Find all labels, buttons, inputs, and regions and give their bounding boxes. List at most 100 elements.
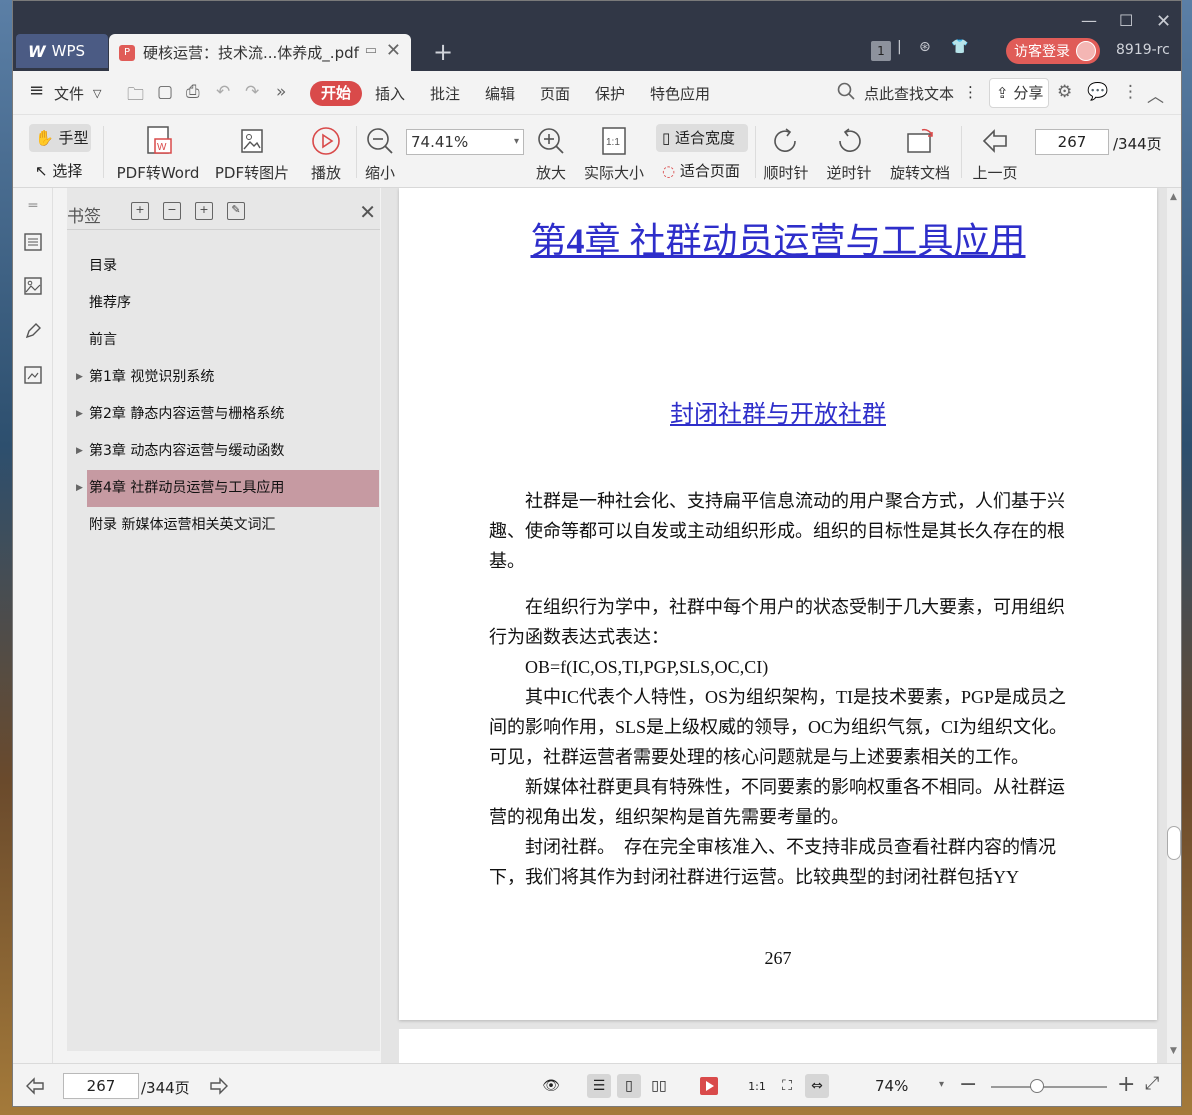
document-tab[interactable]: P 硬核运营：技术流...体养成_.pdf ▭ ✕ — [109, 34, 411, 71]
bookmark-item[interactable]: ▶ 第1章 视觉识别系统 — [67, 359, 380, 396]
file-menu[interactable]: 文件 — [54, 83, 84, 104]
new-tab-icon[interactable]: + — [433, 38, 453, 66]
pdf-image-icon[interactable] — [23, 365, 43, 385]
tab-annotate[interactable]: 批注 — [430, 83, 460, 104]
scroll-up-icon[interactable]: ▲ — [1170, 192, 1177, 202]
continuous-view-icon[interactable]: ☰ — [587, 1074, 611, 1098]
edit-bookmark-icon[interactable]: ✎ — [227, 202, 245, 220]
add-bookmark-icon[interactable]: + — [195, 202, 213, 220]
close-panel-icon[interactable]: ✕ — [359, 200, 376, 224]
pdf-to-word-button[interactable]: W PDF转Word — [113, 124, 203, 183]
wps-home-tab[interactable]: W WPS — [16, 34, 108, 68]
tab-special[interactable]: 特色应用 — [650, 83, 710, 104]
more-vertical-icon[interactable]: ⋮ — [1122, 82, 1139, 102]
tab-start[interactable]: 开始 — [310, 81, 362, 106]
zoom-minus-icon[interactable]: − — [959, 1072, 977, 1097]
bookmark-item[interactable]: 目录 — [67, 248, 380, 285]
play-button[interactable]: 播放 — [306, 124, 346, 183]
rotate-clockwise-button[interactable]: 顺时针 — [761, 124, 811, 183]
actual-size-small-icon[interactable]: 1:1 — [745, 1074, 769, 1098]
zoom-dropdown-icon[interactable]: ▾ — [939, 1079, 944, 1090]
search-icon[interactable] — [837, 82, 855, 105]
rotate-counterclockwise-button[interactable]: 逆时针 — [824, 124, 874, 183]
select-tool-button[interactable]: ↖ 选择 — [35, 160, 82, 181]
hand-tool-button[interactable]: ✋ 手型 — [29, 124, 91, 152]
tab-edit[interactable]: 编辑 — [485, 83, 515, 104]
zoom-select[interactable]: 74.41% ▾ — [406, 129, 524, 155]
more-chevron-icon[interactable]: » — [276, 82, 286, 102]
document-view[interactable]: 第4章 社群动员运营与工具应用 封闭社群与开放社群 社群是一种社会化、支持扁平信… — [381, 188, 1167, 1063]
collapse-ribbon-icon[interactable]: ︿ — [1147, 82, 1164, 107]
tab-protect[interactable]: 保护 — [595, 83, 625, 104]
save-icon[interactable]: ▢ — [157, 82, 173, 102]
zoom-slider-track[interactable] — [991, 1086, 1107, 1088]
page-number-input[interactable]: 267 — [1035, 129, 1109, 155]
message-icon[interactable]: 💬 — [1087, 82, 1108, 102]
kebab-icon[interactable]: ⋮ — [963, 83, 978, 101]
bookmark-item[interactable]: ▶ 第2章 静态内容运营与栅格系统 — [67, 396, 380, 433]
skin-icon[interactable]: ⊛ — [919, 39, 931, 55]
status-zoom-value[interactable]: 74% — [875, 1077, 908, 1095]
close-window-icon[interactable]: ✕ — [1156, 11, 1171, 32]
play-red-icon[interactable] — [697, 1074, 721, 1098]
bookmark-item[interactable]: 附录 新媒体运营相关英文词汇 — [67, 507, 380, 544]
fit-width-small-icon[interactable]: ⇔ — [805, 1074, 829, 1098]
actual-size-button[interactable]: 1:1 实际大小 — [581, 124, 647, 183]
hamburger-icon[interactable]: ≡ — [29, 80, 44, 101]
fullscreen-icon[interactable]: ⤢ — [1145, 1073, 1159, 1094]
zoom-slider-knob[interactable] — [1030, 1079, 1045, 1093]
scrollbar-thumb[interactable] — [1167, 826, 1181, 860]
search-text[interactable]: 点此查找文本 — [864, 83, 954, 104]
bookmark-item-label: 第2章 静态内容运营与栅格系统 — [89, 406, 285, 422]
annotation-pen-icon[interactable] — [23, 321, 43, 341]
fit-page-small-icon[interactable]: ⛶ — [775, 1074, 799, 1098]
pdf-to-image-button[interactable]: PDF转图片 — [213, 124, 291, 183]
monitor-icon[interactable]: ▭ — [365, 43, 377, 58]
status-page-input[interactable]: 267 — [63, 1073, 139, 1099]
scroll-down-icon[interactable]: ▼ — [1170, 1046, 1177, 1056]
next-page-arrow-icon[interactable] — [207, 1074, 231, 1098]
drag-handle-icon[interactable]: ═ — [23, 196, 43, 216]
zoom-out-button[interactable]: 缩小 — [360, 124, 400, 183]
redo-icon[interactable]: ↷ — [245, 82, 259, 102]
minimize-icon[interactable]: — — [1081, 11, 1097, 30]
chevron-down-icon[interactable]: ▽ — [93, 87, 101, 100]
vertical-scrollbar[interactable]: ▲ ▼ — [1167, 188, 1181, 1063]
single-page-view-icon[interactable]: ▯ — [617, 1074, 641, 1098]
expand-arrow-icon[interactable]: ▶ — [76, 433, 83, 470]
expand-all-icon[interactable]: + — [131, 202, 149, 220]
bookmark-item[interactable]: 推荐序 — [67, 285, 380, 322]
open-folder-icon[interactable]: 🗀 — [127, 82, 144, 111]
fit-page-button[interactable]: ◌ 适合页面 — [662, 160, 740, 181]
bookmark-list-icon[interactable] — [23, 232, 43, 252]
rotate-document-button[interactable]: 旋转文档 — [887, 124, 953, 183]
eye-protection-icon[interactable]: 👁 — [539, 1074, 563, 1098]
double-page-view-icon[interactable]: ▯▯ — [647, 1074, 671, 1098]
undo-icon[interactable]: ↶ — [216, 82, 230, 102]
maximize-icon[interactable]: ☐ — [1119, 11, 1133, 30]
settings-gear-icon[interactable]: ⚙ — [1057, 82, 1072, 102]
expand-arrow-icon[interactable]: ▶ — [76, 359, 83, 396]
bookmark-item[interactable]: 前言 — [67, 322, 380, 359]
collapse-all-icon[interactable]: − — [163, 202, 181, 220]
expand-arrow-icon[interactable]: ▶ — [76, 396, 83, 433]
bookmark-item[interactable]: ▶ 第3章 动态内容运营与缓动函数 — [67, 433, 380, 470]
zoom-in-button[interactable]: 放大 — [531, 124, 571, 183]
tab-page[interactable]: 页面 — [540, 83, 570, 104]
tab-insert[interactable]: 插入 — [375, 83, 405, 104]
share-button[interactable]: ⇪ 分享 — [989, 78, 1049, 108]
section-title[interactable]: 封闭社群与开放社群 — [399, 394, 1157, 429]
zoom-plus-icon[interactable]: + — [1117, 1072, 1135, 1097]
shirt-icon[interactable]: 👕 — [951, 39, 968, 55]
print-icon[interactable]: ⎙ — [186, 82, 200, 102]
chapter-title[interactable]: 第4章 社群动员运营与工具应用 — [399, 212, 1157, 264]
bookmark-item-active[interactable]: ▶ 第4章 社群动员运营与工具应用 — [76, 470, 379, 507]
close-tab-icon[interactable]: ✕ — [386, 40, 401, 61]
window-count-badge[interactable]: 1 — [871, 41, 891, 61]
prev-page-arrow-icon[interactable] — [23, 1074, 47, 1098]
thumbnail-image-icon[interactable] — [23, 276, 43, 296]
guest-login-button[interactable]: 访客登录 — [1006, 38, 1100, 64]
fit-width-button[interactable]: ▯ 适合宽度 — [656, 124, 748, 152]
expand-arrow-icon[interactable]: ▶ — [76, 470, 83, 507]
previous-page-button[interactable]: 上一页 — [969, 124, 1021, 183]
